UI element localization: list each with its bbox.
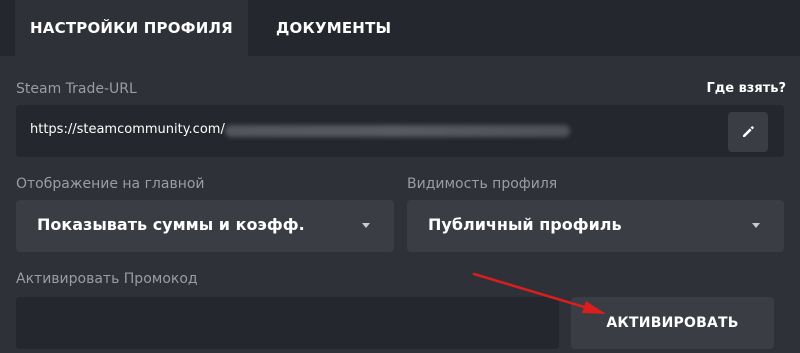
edit-trade-url-button[interactable] [728, 112, 768, 152]
visibility-select-value: Публичный профиль [428, 215, 622, 234]
promo-code-input[interactable] [16, 297, 559, 349]
visibility-setting-label: Видимость профиля [407, 176, 558, 192]
tab-profile-settings[interactable]: НАСТРОЙКИ ПРОФИЛЯ [15, 0, 248, 56]
trade-url-value: https://steamcommunity.com/ [30, 122, 225, 137]
display-select[interactable]: Показывать суммы и коэфф. [16, 200, 394, 252]
trade-url-blurred-token [225, 125, 570, 137]
where-to-get-link[interactable]: Где взять? [706, 81, 786, 96]
chevron-down-icon [362, 223, 370, 228]
trade-url-field[interactable]: https://steamcommunity.com/ [16, 105, 784, 157]
activate-promo-button[interactable]: АКТИВИРОВАТЬ [571, 297, 774, 349]
display-setting-label: Отображение на главной [16, 176, 205, 192]
trade-url-label: Steam Trade-URL [16, 81, 137, 97]
promo-label: Активировать Промокод [16, 271, 198, 287]
pencil-icon [743, 126, 754, 137]
display-select-value: Показывать суммы и коэфф. [37, 215, 305, 234]
chevron-down-icon [752, 223, 760, 228]
tab-bar: НАСТРОЙКИ ПРОФИЛЯ ДОКУМЕНТЫ [0, 0, 800, 56]
tab-documents[interactable]: ДОКУМЕНТЫ [276, 0, 391, 56]
visibility-select[interactable]: Публичный профиль [407, 200, 784, 252]
